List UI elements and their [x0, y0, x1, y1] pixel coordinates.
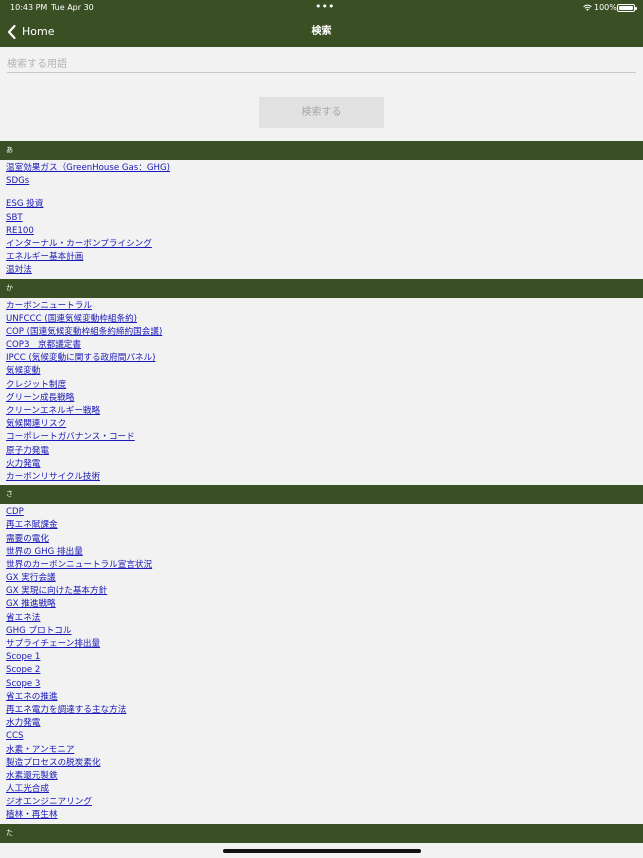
- term-link[interactable]: エネルギー基本計画: [0, 251, 643, 264]
- term-link[interactable]: Scope 1: [0, 651, 643, 664]
- term-link[interactable]: インターナル・カーボンプライシング: [0, 238, 643, 251]
- term-link[interactable]: SBT: [0, 212, 643, 225]
- term-link[interactable]: GX 実現に向けた基本方針: [0, 585, 643, 598]
- home-indicator: [223, 849, 421, 853]
- term-link[interactable]: RE100: [0, 225, 643, 238]
- status-time: 10:43 PM: [10, 3, 48, 12]
- section-items: 温室効果ガス（GreenHouse Gas：GHG) SDGs ESG 投資 SBT R…: [0, 160, 643, 279]
- term-link[interactable]: 再エネ電力を調達する主な方法: [0, 704, 643, 717]
- term-link[interactable]: 世界のカーボンニュートラル宣言状況: [0, 559, 643, 572]
- glossary-list: あ温室効果ガス（GreenHouse Gas：GHG) SDGs ESG 投資 SBT…: [0, 141, 643, 843]
- section-header: あ: [0, 141, 643, 160]
- section-header: さ: [0, 485, 643, 505]
- term-link[interactable]: 世界の GHG 排出量: [0, 546, 643, 559]
- term-link[interactable]: Scope 3: [0, 678, 643, 691]
- term-link[interactable]: SDGs: [0, 175, 643, 188]
- term-link[interactable]: 省エネ法: [0, 612, 643, 625]
- term-link[interactable]: GX 推進戦略: [0, 598, 643, 611]
- battery-percent: 100%: [594, 3, 617, 12]
- status-bar: 10:43 PM Tue Apr 30 ••• 100%: [0, 0, 643, 16]
- term-link[interactable]: UNFCCC (国連気候変動枠組条約): [0, 313, 643, 326]
- term-link[interactable]: 製造プロセスの脱炭素化: [0, 757, 643, 770]
- term-link[interactable]: クリーンエネルギー戦略: [0, 405, 643, 418]
- battery-icon: [617, 4, 637, 12]
- term-link[interactable]: 需要の電化: [0, 533, 643, 546]
- term-link[interactable]: グリーン成長戦略: [0, 392, 643, 405]
- section-header: た: [0, 823, 643, 843]
- term-link[interactable]: COP (国連気候変動枠組条約締約国会議): [0, 326, 643, 339]
- term-link[interactable]: Scope 2: [0, 664, 643, 677]
- term-link[interactable]: 原子力発電: [0, 445, 643, 458]
- status-date: Tue Apr 30: [51, 3, 94, 12]
- wifi-icon: [583, 4, 592, 11]
- search-button[interactable]: 検索する: [259, 97, 384, 128]
- section-items: カーボンニュートラル UNFCCC (国連気候変動枠組条約) COP (国連気候変動…: [0, 298, 643, 486]
- multitasking-dots[interactable]: •••: [315, 0, 334, 14]
- term-link[interactable]: COP3 京都議定書: [0, 339, 643, 352]
- term-link[interactable]: 気候関連リスク: [0, 418, 643, 431]
- term-link[interactable]: 植林・再生林: [0, 809, 643, 822]
- term-link[interactable]: 水力発電: [0, 717, 643, 730]
- term-link[interactable]: GHG プロトコル: [0, 625, 643, 638]
- term-link[interactable]: 気候変動: [0, 365, 643, 378]
- term-link[interactable]: 火力発電: [0, 458, 643, 471]
- term-link[interactable]: サプライチェーン排出量: [0, 638, 643, 651]
- section-items: CDP 再エネ賦課金 需要の電化 世界の GHG 排出量 世界のカーボンニュートラル宣言…: [0, 504, 643, 824]
- section-header: か: [0, 278, 643, 298]
- navigation-bar: Home 検索: [0, 16, 643, 47]
- term-link[interactable]: 温対法: [0, 264, 643, 277]
- page-title: 検索: [311, 26, 332, 37]
- search-input[interactable]: [7, 55, 636, 74]
- term-link[interactable]: CCS: [0, 730, 643, 743]
- term-link[interactable]: カーボンニュートラル: [0, 300, 643, 313]
- term-link[interactable]: カーボンリサイクル技術: [0, 471, 643, 484]
- search-field: [7, 52, 636, 74]
- term-link[interactable]: CDP: [0, 506, 643, 519]
- term-link[interactable]: IPCC (気候変動に関する政府間パネル): [0, 352, 643, 365]
- term-link[interactable]: クレジット制度: [0, 379, 643, 392]
- term-link[interactable]: 水素・アンモニア: [0, 744, 643, 757]
- term-link[interactable]: 温室効果ガス（GreenHouse Gas：GHG): [0, 162, 643, 175]
- term-link[interactable]: 水素還元製鉄: [0, 770, 643, 783]
- term-link[interactable]: GX 実行会議: [0, 572, 643, 585]
- term-link[interactable]: ESG 投資: [0, 198, 643, 211]
- term-link[interactable]: 人工光合成: [0, 783, 643, 796]
- term-link[interactable]: 再エネ賦課金: [0, 519, 643, 532]
- term-link[interactable]: 省エネの推進: [0, 691, 643, 704]
- term-link[interactable]: ジオエンジニアリング: [0, 796, 643, 809]
- term-link[interactable]: コーポレートガバナンス・コード: [0, 431, 643, 444]
